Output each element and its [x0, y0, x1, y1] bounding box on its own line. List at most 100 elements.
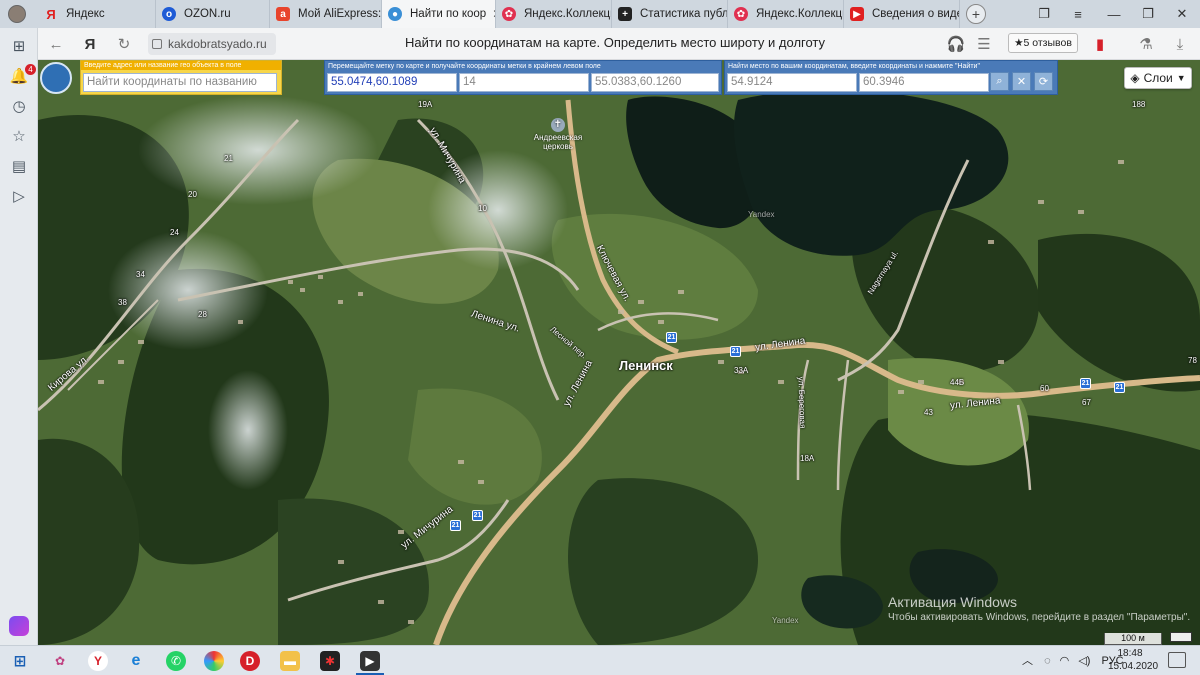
- back-arrow-icon[interactable]: ←: [46, 34, 66, 54]
- restore-icon[interactable]: ❐: [1138, 4, 1158, 24]
- tab-collections-1[interactable]: ✿ Яндекс.Коллекци: [496, 0, 612, 28]
- grid-icon[interactable]: ⊞: [9, 36, 29, 56]
- download-icon[interactable]: ⤓: [1170, 34, 1190, 54]
- headphones-icon[interactable]: 🎧: [946, 34, 966, 54]
- longitude-input[interactable]: 60.3946: [859, 73, 989, 92]
- clock-date: 15.04.2020: [1108, 661, 1159, 672]
- whatsapp-icon[interactable]: ✆: [166, 651, 186, 671]
- network-icon[interactable]: ◌: [1044, 655, 1051, 667]
- house-number: 20: [188, 190, 197, 199]
- marker-coords-field[interactable]: 55.0474,60.1089: [327, 73, 457, 92]
- house-number: 21: [224, 154, 233, 163]
- site-icon: ●: [388, 7, 402, 21]
- aliexpress-icon: a: [276, 7, 290, 21]
- browser-sidebar: ⊞ 🔔 4 ◷ ☆ ▤ ▷: [0, 28, 38, 645]
- search-icon[interactable]: ⌕: [990, 72, 1009, 91]
- extensions-icon[interactable]: ⚗: [1136, 34, 1156, 54]
- refresh-icon[interactable]: ⟳: [1034, 72, 1053, 91]
- alice-icon[interactable]: [9, 616, 29, 636]
- bookmarks-icon[interactable]: ❐: [1034, 4, 1054, 24]
- photos-icon[interactable]: [204, 651, 224, 671]
- search-panel-title: Введите адрес или название гео объекта в…: [81, 61, 281, 70]
- house-number: 38: [118, 298, 127, 307]
- folder-icon[interactable]: ▬: [280, 651, 300, 671]
- page-title: Найти по координатам на карте. Определит…: [404, 35, 826, 50]
- house-number: 19А: [418, 100, 433, 109]
- history-icon[interactable]: ◷: [9, 96, 29, 116]
- volume-icon[interactable]: ◁): [1078, 655, 1090, 667]
- latitude-input[interactable]: 54.9124: [727, 73, 857, 92]
- collections-icon: ✿: [734, 7, 748, 21]
- site-logo[interactable]: [40, 62, 72, 94]
- tab-statistics[interactable]: + Статистика публ: [612, 0, 728, 28]
- route-badge: 21: [666, 332, 677, 343]
- play-icon[interactable]: ▷: [9, 186, 29, 206]
- notification-badge: 4: [25, 64, 36, 75]
- yandex-browser-icon[interactable]: Y: [88, 651, 108, 671]
- reader-icon[interactable]: ☰: [974, 34, 994, 54]
- windows-taskbar: ⊞ ✿ Y e ✆ D ▬ ✱ ▶: [0, 645, 1200, 675]
- clock[interactable]: 18:48 15.04.2020: [1108, 647, 1159, 673]
- corner-coords-field[interactable]: 55.0383,60.1260: [591, 73, 719, 92]
- watermark-label: Yandex: [772, 616, 799, 625]
- route-badge: 21: [450, 520, 461, 531]
- route-badge: 21: [1080, 378, 1091, 389]
- layers-icon: ◈: [1130, 71, 1140, 85]
- yandex-home-icon[interactable]: Я: [80, 34, 100, 54]
- tab-label: Яндекс.Коллекци: [524, 8, 612, 20]
- tab-label: OZON.ru: [184, 8, 231, 20]
- media-player-icon[interactable]: ▶: [360, 651, 380, 671]
- ozon-icon: o: [162, 7, 176, 21]
- tab-label: Статистика публ: [640, 8, 728, 20]
- map-imagery: [38, 60, 1200, 645]
- close-window-icon[interactable]: ✕: [1172, 4, 1192, 24]
- house-number: 188: [1132, 100, 1146, 109]
- zoom-field[interactable]: 14: [459, 73, 589, 92]
- tab-aliexpress[interactable]: a Мой AliExpress: У: [270, 0, 382, 28]
- plus-icon: +: [618, 7, 632, 21]
- house-number: 18А: [800, 454, 815, 463]
- new-tab-button[interactable]: +: [966, 4, 986, 24]
- clear-icon[interactable]: ✕: [1012, 72, 1031, 91]
- tab-active-coordinates[interactable]: ● Найти по коор ✕: [382, 0, 496, 28]
- reviews-button[interactable]: ★5 отзывов: [1008, 33, 1078, 53]
- house-number: 44Б: [950, 378, 965, 387]
- d-app-icon[interactable]: D: [240, 651, 260, 671]
- house-number: 60: [1040, 384, 1049, 393]
- reload-icon[interactable]: ↻: [114, 34, 134, 54]
- minimize-icon[interactable]: —: [1104, 4, 1124, 24]
- tab-ozon[interactable]: o OZON.ru: [156, 0, 270, 28]
- layers-label: Слои: [1143, 71, 1173, 85]
- house-number: 24: [170, 228, 179, 237]
- notes-icon[interactable]: ▤: [9, 156, 29, 176]
- ruler-icon[interactable]: [1170, 632, 1192, 642]
- app-icon[interactable]: ✿: [50, 651, 70, 671]
- collections-icon: ✿: [502, 7, 516, 21]
- search-panel: Введите адрес или название гео объекта в…: [80, 60, 282, 95]
- layers-button[interactable]: ◈ Слои ▼: [1124, 67, 1192, 89]
- town-label: Ленинск: [619, 358, 673, 373]
- url-field[interactable]: kakdobratsyado.ru: [148, 33, 276, 55]
- tab-youtube[interactable]: ▶ Сведения о виде: [844, 0, 960, 28]
- star-icon[interactable]: ☆: [9, 126, 29, 146]
- notifications-icon[interactable]: [1168, 652, 1186, 668]
- tab-collections-2[interactable]: ✿ Яндекс.Коллекци: [728, 0, 844, 28]
- watermark-label: Yandex: [748, 210, 775, 219]
- tab-yandex[interactable]: Я Яндекс: [38, 0, 156, 28]
- profile-avatar[interactable]: [8, 5, 26, 23]
- tray-chevron-icon[interactable]: ︿: [1022, 655, 1033, 667]
- house-number: 10: [478, 204, 487, 213]
- windows-start-icon[interactable]: ⊞: [10, 651, 30, 671]
- wifi-icon[interactable]: ◠: [1060, 655, 1070, 667]
- bookmark-icon[interactable]: ▮: [1090, 34, 1110, 54]
- church-icon: ✝: [551, 118, 565, 132]
- windows-activation-watermark: Активация Windows Чтобы активировать Win…: [888, 594, 1190, 623]
- game-app-icon[interactable]: ✱: [320, 651, 340, 671]
- edge-icon[interactable]: e: [126, 651, 146, 671]
- route-badge: 21: [1114, 382, 1125, 393]
- menu-icon[interactable]: ≡: [1068, 4, 1088, 24]
- tab-strip: Я Яндекс o OZON.ru a Мой AliExpress: У ●…: [0, 0, 1200, 28]
- street-label: ул. Береговая: [796, 376, 808, 429]
- place-search-input[interactable]: Найти координаты по названию: [83, 73, 277, 92]
- satellite-map[interactable]: Ленинск ул. Ленина ул. Ленина ул. Ленина…: [38, 60, 1200, 645]
